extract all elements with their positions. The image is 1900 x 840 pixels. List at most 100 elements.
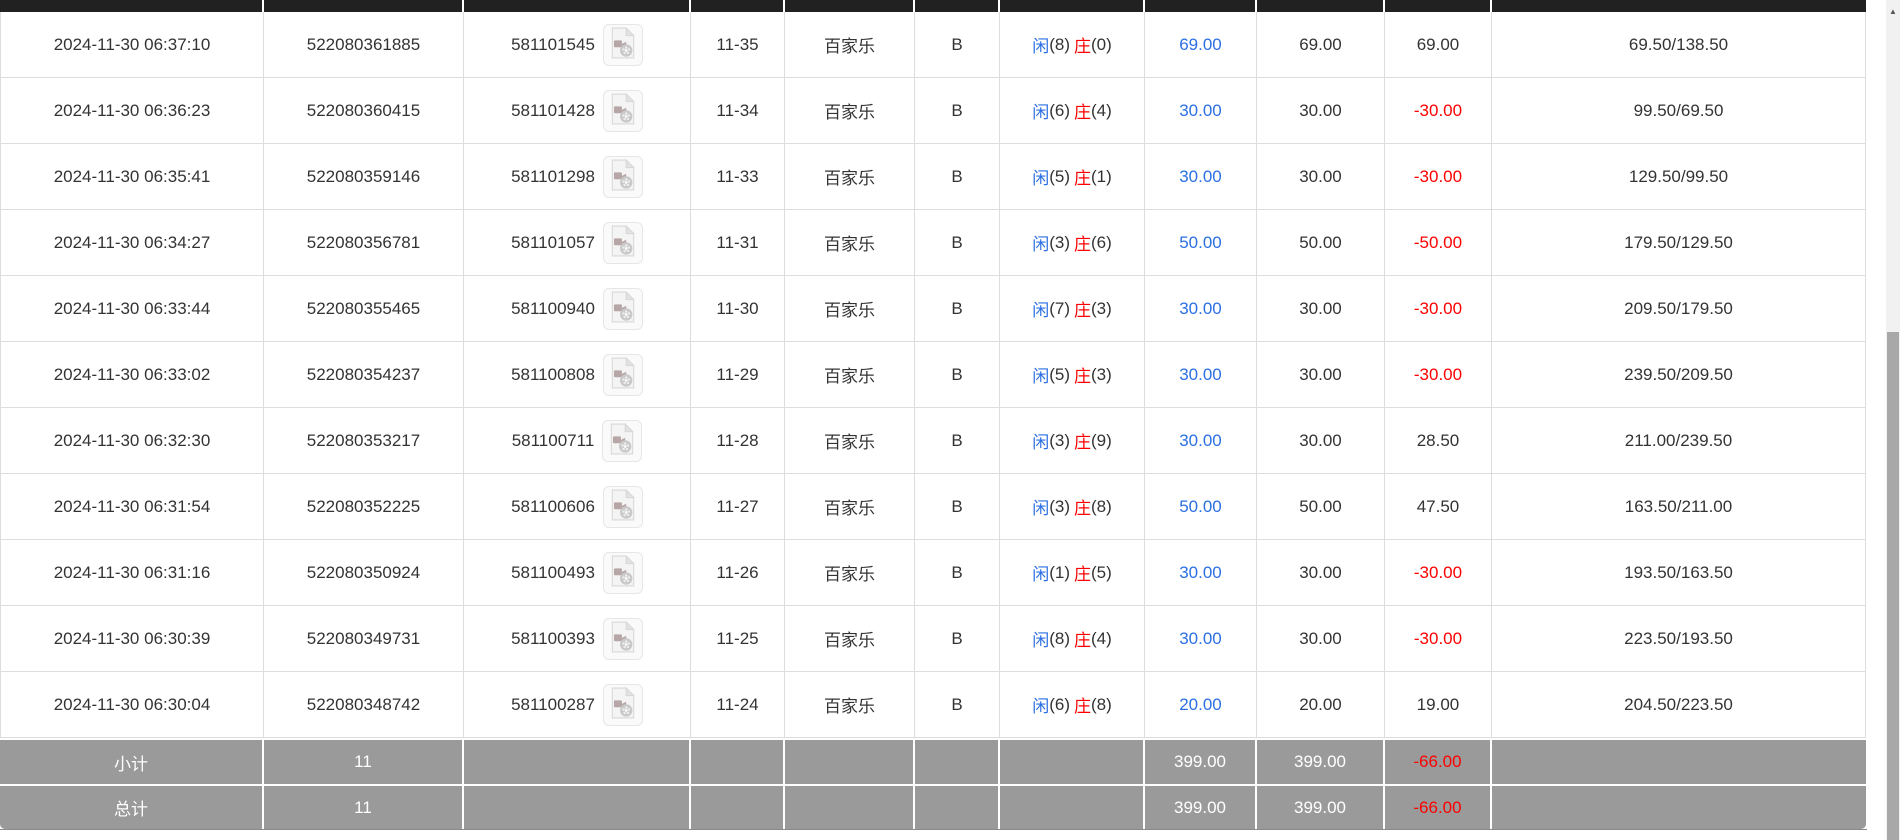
bet-amount-cell: 30.00 (1145, 78, 1257, 144)
game-name-text: 百家乐 (824, 428, 875, 453)
table-row: 2024-11-30 06:33:02 522080354237 5811008… (0, 342, 1867, 408)
player-label: 闲 (1032, 560, 1049, 585)
bet-type-cell: B (915, 672, 1000, 738)
winloss-text: -30.00 (1414, 167, 1462, 187)
summary-winloss-cell: -66.00 (1385, 738, 1492, 784)
round-cell: 11-34 (691, 78, 785, 144)
valid-amount-cell: 30.00 (1257, 540, 1385, 606)
order-id-text: 522080356781 (307, 233, 420, 253)
order-id-text: 522080354237 (307, 365, 420, 385)
winloss-cell: -30.00 (1385, 342, 1492, 408)
balance-text: 99.50/69.50 (1634, 101, 1724, 121)
summary-row: 小计 11 399.00 399.00 -66.00 (0, 738, 1867, 784)
bet-amount-cell: 30.00 (1145, 276, 1257, 342)
bet-type-cell: B (915, 78, 1000, 144)
video-replay-icon (609, 687, 637, 722)
round-text: 11-25 (716, 629, 758, 649)
video-replay-button[interactable] (603, 552, 643, 594)
time-cell: 2024-11-30 06:31:16 (0, 540, 264, 606)
summary-winloss-text: -66.00 (1413, 752, 1461, 772)
bet-type-text: B (951, 167, 962, 187)
bet-type-cell: B (915, 474, 1000, 540)
time-text: 2024-11-30 06:35:41 (54, 167, 211, 187)
valid-amount-cell: 20.00 (1257, 672, 1385, 738)
round-cell: 11-33 (691, 144, 785, 210)
order-id-cell: 522080360415 (264, 78, 464, 144)
table-row: 2024-11-30 06:30:39 522080349731 5811003… (0, 606, 1867, 672)
video-replay-icon (609, 621, 637, 656)
header-strip-segment (1492, 0, 1866, 12)
order-id-text: 522080353217 (307, 431, 420, 451)
winloss-text: -30.00 (1414, 365, 1462, 385)
bet-type-cell: B (915, 210, 1000, 276)
time-text: 2024-11-30 06:36:23 (54, 101, 211, 121)
round-cell: 11-30 (691, 276, 785, 342)
summary-empty-cell (1492, 738, 1866, 784)
balance-cell: 129.50/99.50 (1492, 144, 1866, 210)
banker-score: (9) (1091, 431, 1112, 451)
video-replay-button[interactable] (603, 24, 643, 66)
bet-amount-cell: 30.00 (1145, 144, 1257, 210)
table-header-strip (0, 0, 1867, 12)
order-id-cell: 522080353217 (264, 408, 464, 474)
summary-bet-text: 399.00 (1174, 752, 1226, 772)
banker-score: (1) (1091, 167, 1112, 187)
bet-amount-text: 30.00 (1179, 563, 1222, 583)
balance-cell: 69.50/138.50 (1492, 12, 1866, 78)
video-replay-button[interactable] (603, 288, 643, 330)
winloss-cell: -30.00 (1385, 144, 1492, 210)
video-replay-button[interactable] (603, 222, 643, 264)
player-label: 闲 (1032, 230, 1049, 255)
game-id-text: 581101545 (511, 35, 595, 55)
order-id-text: 522080355465 (307, 299, 420, 319)
balance-cell: 211.00/239.50 (1492, 408, 1866, 474)
game-id-text: 581100393 (511, 629, 595, 649)
video-replay-button[interactable] (603, 90, 643, 132)
valid-amount-cell: 30.00 (1257, 408, 1385, 474)
bet-amount-text: 69.00 (1179, 35, 1222, 55)
summary-empty-cell (1000, 784, 1145, 829)
banker-score: (3) (1091, 365, 1112, 385)
video-replay-button[interactable] (603, 156, 643, 198)
video-replay-button[interactable] (603, 354, 643, 396)
result-cell: 闲(1) 庄(5) (1000, 540, 1145, 606)
summary-empty-cell (915, 784, 1000, 829)
vertical-scrollbar[interactable]: ▲ (1886, 0, 1900, 840)
banker-label: 庄 (1074, 692, 1091, 717)
player-label: 闲 (1032, 296, 1049, 321)
game-name-text: 百家乐 (824, 164, 875, 189)
scrollbar-thumb[interactable] (1887, 332, 1899, 840)
bet-type-text: B (951, 497, 962, 517)
order-id-text: 522080360415 (307, 101, 420, 121)
balance-cell: 179.50/129.50 (1492, 210, 1866, 276)
summary-row: 总计 11 399.00 399.00 -66.00 (0, 784, 1867, 830)
scroll-up-button[interactable]: ▲ (1886, 0, 1900, 24)
summary-empty-cell (464, 738, 691, 784)
summary-empty-cell (915, 738, 1000, 784)
game-id-cell: 581101298 (464, 144, 691, 210)
valid-amount-cell: 30.00 (1257, 78, 1385, 144)
table-row: 2024-11-30 06:36:23 522080360415 5811014… (0, 78, 1867, 144)
bet-type-text: B (951, 563, 962, 583)
game-name-text: 百家乐 (824, 230, 875, 255)
banker-label: 庄 (1074, 296, 1091, 321)
order-id-cell: 522080361885 (264, 12, 464, 78)
video-replay-button[interactable] (603, 618, 643, 660)
video-replay-button[interactable] (603, 486, 643, 528)
game-name-cell: 百家乐 (785, 474, 915, 540)
result-cell: 闲(6) 庄(4) (1000, 78, 1145, 144)
table-row: 2024-11-30 06:33:44 522080355465 5811009… (0, 276, 1867, 342)
video-replay-button[interactable] (602, 420, 642, 462)
video-replay-button[interactable] (603, 684, 643, 726)
valid-amount-text: 30.00 (1299, 563, 1342, 583)
valid-amount-cell: 30.00 (1257, 342, 1385, 408)
balance-text: 204.50/223.50 (1624, 695, 1733, 715)
player-score: (3) (1049, 497, 1070, 517)
time-cell: 2024-11-30 06:37:10 (0, 12, 264, 78)
banker-score: (8) (1091, 695, 1112, 715)
bet-history-table: 2024-11-30 06:37:10 522080361885 5811015… (0, 0, 1867, 830)
order-id-cell: 522080352225 (264, 474, 464, 540)
bet-type-cell: B (915, 144, 1000, 210)
balance-cell: 209.50/179.50 (1492, 276, 1866, 342)
header-strip-segment (1000, 0, 1145, 12)
